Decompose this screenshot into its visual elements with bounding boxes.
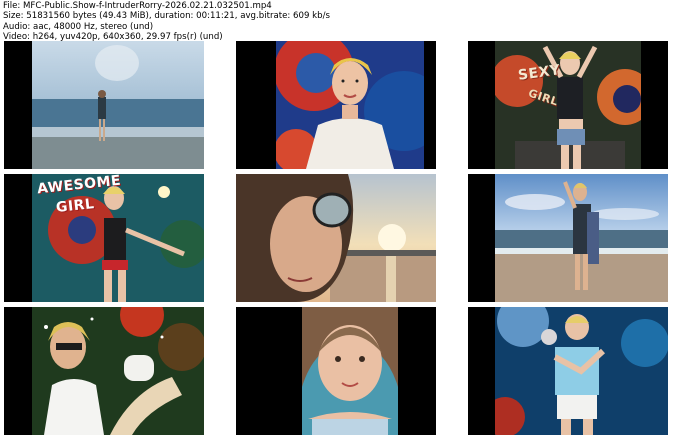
thumbnail-awesome-girl: AWESOME GIRL	[4, 174, 204, 302]
thumbnail-blue-top-mural	[468, 307, 668, 435]
thumbnail-blonde-white-shirt	[236, 41, 436, 169]
thumbnail-grid: SEXY GIRL AWESOME GIRL	[4, 41, 697, 436]
file-size-line: Size: 51831560 bytes (49.43 MiB), durati…	[3, 11, 330, 22]
thumbnail-beach-standing-woman	[4, 41, 204, 169]
thumbnail-sunglasses-sunset	[236, 174, 436, 302]
file-info-header: File: MFC-Public.Show-f-IntruderRorry-20…	[3, 1, 330, 42]
thumbnail-sexy-girl-mural: SEXY GIRL	[468, 41, 668, 169]
thumbnail-sunglasses-sitting	[4, 307, 204, 435]
thumbnail-beach-towel	[468, 174, 668, 302]
thumbnail-close-up-selfie	[236, 307, 436, 435]
audio-info-line: Audio: aac, 48000 Hz, stereo (und)	[3, 21, 154, 32]
file-name-line: File: MFC-Public.Show-f-IntruderRorry-20…	[3, 1, 272, 11]
